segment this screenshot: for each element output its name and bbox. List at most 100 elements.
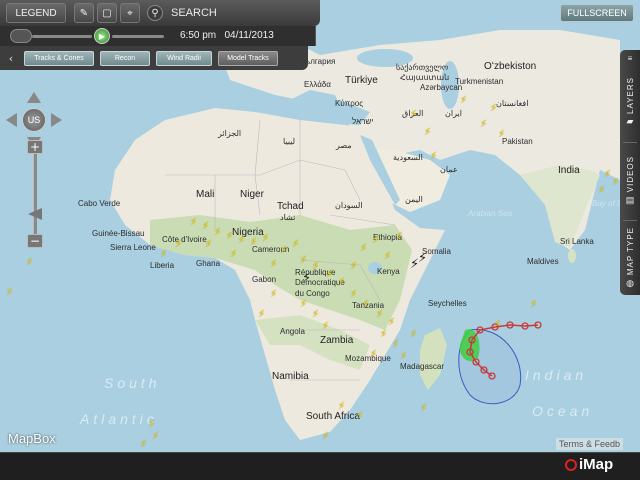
map-label-oman-native: عمان <box>440 165 458 174</box>
lightning-icon: ⚡ <box>494 319 502 330</box>
map-label-arabian-sea: Arabian Sea <box>468 209 513 218</box>
map-label-mozambique: Mozambique <box>345 354 391 363</box>
map-label-madagascar: Madagascar <box>400 362 445 371</box>
lightning-icon: ⚡ <box>430 151 438 162</box>
lightning-icon: ⚡ <box>326 269 334 280</box>
lightning-strike-icon: ⚡ <box>418 251 428 266</box>
sidebar-tab-layers[interactable]: LAYERS ▰ <box>620 66 640 138</box>
right-sidebar: ≡ LAYERS ▰ VIDEOS ▤ MAP TYPE ◍ <box>620 50 640 295</box>
pan-left-arrow-icon[interactable] <box>6 113 17 127</box>
film-icon: ▤ <box>625 195 635 206</box>
map-label-maldives: Maldives <box>527 257 559 266</box>
map-label-yemen-native: اليمن <box>405 195 423 204</box>
sidebar-tab-map-type-label: MAP TYPE <box>625 226 635 276</box>
logo-ring-icon <box>565 458 577 471</box>
lightning-icon: ⚡ <box>230 249 238 260</box>
play-button[interactable]: ▶ <box>94 28 110 44</box>
lightning-icon: ⚡ <box>410 109 418 120</box>
lightning-icon: ⚡ <box>370 349 378 360</box>
lightning-icon: ⚡ <box>312 261 320 272</box>
map-label-guinee-bissau: Guinée-Bissau <box>92 229 145 238</box>
map-label-nigeria: Nigeria <box>232 227 264 238</box>
chevron-left-icon: ‹ <box>8 51 14 65</box>
map-label-libya-native: ليبيا <box>283 137 296 146</box>
zoom-out-button[interactable]: − <box>27 234 43 248</box>
fullscreen-button[interactable]: FULLSCREEN <box>560 4 634 22</box>
lightning-icon: ⚡ <box>280 245 288 256</box>
lightning-icon: ⚡ <box>300 299 308 310</box>
zoom-slider-track[interactable] <box>33 154 37 234</box>
map-label-gabon: Gabon <box>252 275 277 284</box>
map-label-seychelles: Seychelles <box>428 299 467 308</box>
map-label-turkiye: Türkiye <box>345 75 378 86</box>
minus-icon: − <box>29 234 41 248</box>
map-label-liberia: Liberia <box>150 261 175 270</box>
terms-link[interactable]: Terms & Feedb <box>556 438 624 450</box>
lightning-icon: ⚡ <box>380 329 388 340</box>
lightning-icon: ⚡ <box>490 103 498 114</box>
lightning-icon: ⚡ <box>292 239 300 250</box>
map-label-chad-native: تشاد <box>280 213 296 222</box>
region-us-button[interactable]: US <box>22 108 46 132</box>
map-label-algeria-native: الجزائر <box>218 129 242 138</box>
zoom-slider-thumb[interactable] <box>28 208 42 220</box>
lightning-icon: ⚡ <box>148 419 156 430</box>
lightning-icon: ⚡ <box>214 227 222 238</box>
map-label-sea-south: South <box>104 375 161 391</box>
lightning-icon: ⚡ <box>175 239 183 250</box>
map-label-sudan-native: السودان <box>335 201 363 210</box>
lightning-icon: ⚡ <box>362 299 370 310</box>
timeline-track[interactable] <box>32 35 92 38</box>
timestamp: 6:50 pm 04/11/2013 <box>180 30 274 41</box>
map-label-cote-divoire: Côte d'Ivoire <box>162 235 207 244</box>
map-label-sri-lanka: Sri Lanka <box>560 237 594 246</box>
timeline-toggle[interactable] <box>10 29 32 43</box>
lightning-icon: ⚡ <box>350 289 358 300</box>
lightning-icon: ⚡ <box>396 231 404 242</box>
lightning-icon: ⚡ <box>250 237 258 248</box>
tab-model-tracks[interactable]: Model Tracks <box>218 51 278 66</box>
zoom-in-button[interactable]: + <box>27 140 43 154</box>
lightning-icon: ⚡ <box>152 431 160 442</box>
lightning-icon: ⚡ <box>262 233 270 244</box>
lightning-icon: ⚡ <box>480 119 488 130</box>
sidebar-menu-icon[interactable]: ≡ <box>620 54 640 63</box>
lightning-icon: ⚡ <box>238 235 246 246</box>
draw-tool-button[interactable]: ✎ <box>74 3 94 23</box>
tab-wind-radii[interactable]: Wind Radii <box>156 51 212 66</box>
map-label-ghana: Ghana <box>196 259 221 268</box>
tab-tracks-cones[interactable]: Tracks & Cones <box>24 51 94 66</box>
sidebar-tab-videos[interactable]: VIDEOS ▤ <box>620 146 640 216</box>
search-button[interactable]: ⚲ SEARCH <box>147 3 315 23</box>
lightning-icon: ⚡ <box>598 185 606 196</box>
lightning-icon: ⚡ <box>498 129 506 140</box>
lightning-icon: ⚡ <box>356 411 364 422</box>
map-label-sierra-leone: Sierra Leone <box>110 243 156 252</box>
sidebar-tab-map-type[interactable]: MAP TYPE ◍ <box>620 224 640 292</box>
lightning-icon: ⚡ <box>300 255 308 266</box>
lightning-strike-icon: ⚡ <box>302 271 312 286</box>
time-value: 6:50 pm <box>180 30 217 41</box>
collapse-button[interactable]: ‹ <box>4 50 18 66</box>
legend-button[interactable]: LEGEND <box>6 3 66 23</box>
lightning-icon: ⚡ <box>460 95 468 106</box>
lightning-icon: ⚡ <box>400 351 408 362</box>
pan-right-arrow-icon[interactable] <box>51 113 62 127</box>
lightning-icon: ⚡ <box>350 261 358 272</box>
top-toolbar: LEGEND ✎ ▢ ⌖ ⚲ SEARCH <box>0 0 320 26</box>
map-label-pakistan: Pakistan <box>502 137 533 146</box>
map-label-azerbaijan-native: Azərbaycan <box>420 83 463 92</box>
timeline-track-right[interactable] <box>112 35 164 38</box>
sidebar-divider <box>623 142 637 143</box>
map-tool-button[interactable]: ⌖ <box>120 3 140 23</box>
screenshot-button[interactable]: ▢ <box>97 3 117 23</box>
lightning-icon: ⚡ <box>612 177 620 188</box>
tab-recon[interactable]: Recon <box>100 51 150 66</box>
pan-up-arrow-icon[interactable] <box>27 92 41 103</box>
map-label-mali: Mali <box>196 189 215 200</box>
map-label-cabo-verde: Cabo Verde <box>78 199 121 208</box>
lightning-icon: ⚡ <box>160 249 168 260</box>
lightning-icon: ⚡ <box>392 339 400 350</box>
lightning-icon: ⚡ <box>410 329 418 340</box>
sidebar-divider <box>623 220 637 221</box>
